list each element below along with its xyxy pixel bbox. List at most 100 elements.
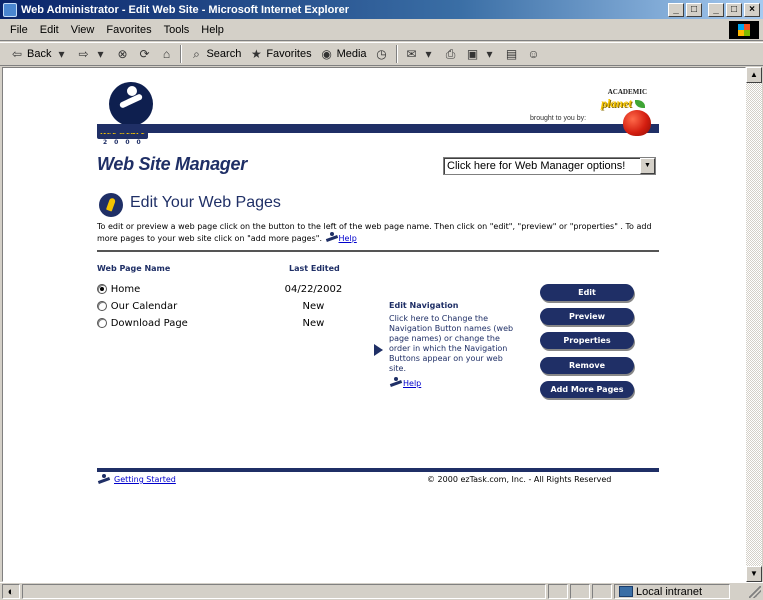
stop-button[interactable]: ⊗ (111, 47, 133, 61)
properties-button[interactable]: Properties (540, 332, 634, 349)
add-more-pages-button[interactable]: Add More Pages (540, 381, 634, 398)
remove-button[interactable]: Remove (540, 357, 634, 374)
edit-page-button[interactable]: ▣ ▾ (462, 47, 501, 61)
mail-icon: ✉ (406, 47, 417, 61)
intranet-icon (619, 586, 633, 597)
print-icon: ⎙ (445, 47, 456, 61)
dropdown-icon: ▾ (97, 47, 104, 61)
edit-navigation-title[interactable]: Edit Navigation (389, 301, 458, 310)
inner-minimize-icon[interactable]: _ (668, 2, 684, 17)
netstart-logo: net Start 2000 (95, 80, 171, 146)
stop-icon: ⊗ (117, 47, 128, 61)
menu-favorites[interactable]: Favorites (100, 24, 157, 36)
page-row-home[interactable]: Home 04/22/2002 (97, 282, 357, 296)
partner-planet-text: planet (601, 96, 632, 110)
scroll-down-icon[interactable]: ▼ (746, 566, 762, 582)
window-controls: _ □ _ □ × (668, 2, 760, 17)
print-button[interactable]: ⎙ (440, 47, 462, 61)
messenger-button[interactable]: ☺ (523, 47, 545, 61)
menu-tools[interactable]: Tools (158, 24, 196, 36)
menu-edit[interactable]: Edit (34, 24, 65, 36)
chevron-down-icon[interactable]: ▼ (640, 158, 655, 174)
page-name: Download Page (110, 317, 188, 329)
maximize-icon[interactable]: □ (726, 2, 742, 17)
refresh-button[interactable]: ⟳ (133, 47, 155, 61)
help-link[interactable]: Help (339, 234, 357, 243)
home-button[interactable]: ⌂ (155, 47, 177, 61)
edit-button[interactable]: Edit (540, 284, 634, 301)
column-header-name: Web Page Name (97, 264, 171, 273)
discuss-icon: ▤ (505, 47, 518, 61)
logo-year: 2000 (103, 139, 148, 146)
vertical-scrollbar[interactable]: ▲ ▼ (746, 67, 762, 582)
menu-help[interactable]: Help (195, 24, 230, 36)
web-site-manager-page: net Start 2000 brought to you by: ACADEM… (3, 68, 745, 581)
status-bar: ◐ Local intranet (0, 582, 763, 600)
page-heading: Edit Your Web Pages (130, 194, 281, 211)
getting-started-runner-icon (97, 474, 111, 485)
options-select-value: Click here for Web Manager options! (447, 160, 626, 172)
nav-help: Help (389, 377, 421, 388)
page-name: Our Calendar (110, 300, 178, 312)
page-row-download[interactable]: Download Page New (97, 316, 357, 330)
pen-icon (99, 193, 123, 217)
getting-started-link[interactable]: Getting Started (114, 475, 176, 484)
window-title: Web Administrator - Edit Web Site - Micr… (21, 3, 349, 16)
favorites-button[interactable]: ★ Favorites (245, 47, 315, 61)
toolbar-separator (395, 45, 398, 63)
intro-paragraph: To edit or preview a web page click on t… (97, 222, 652, 243)
help-runner-icon (389, 377, 403, 388)
back-button[interactable]: ⇦ Back ▾ (6, 47, 72, 61)
dropdown-icon: ▾ (425, 47, 432, 61)
mail-button[interactable]: ✉ ▾ (401, 47, 440, 61)
toolbar-separator (180, 45, 183, 63)
forward-button[interactable]: ⇨ ▾ (72, 47, 111, 61)
status-text-cell (22, 584, 546, 599)
partner-academic-text: ACADEMIC (607, 88, 647, 96)
page-name: Home (110, 283, 141, 295)
edit-navigation-text[interactable]: Click here to Change the Navigation Butt… (389, 314, 519, 374)
preview-button[interactable]: Preview (540, 308, 634, 325)
page-row-calendar[interactable]: Our Calendar New (97, 299, 357, 313)
web-manager-options-select[interactable]: Click here for Web Manager options! ▼ (443, 157, 656, 175)
status-cell (592, 584, 612, 599)
column-header-edited: Last Edited (289, 264, 340, 273)
status-cell (548, 584, 568, 599)
page-radio-download[interactable] (97, 318, 107, 328)
resize-grip-icon[interactable] (749, 585, 761, 598)
header-band (97, 124, 659, 133)
home-icon: ⌂ (162, 47, 171, 61)
status-cell (570, 584, 590, 599)
windows-logo-icon (729, 21, 759, 39)
footer-band (97, 468, 659, 472)
media-icon: ◉ (321, 47, 332, 61)
help-runner-icon (325, 232, 339, 243)
security-zone: Local intranet (614, 584, 730, 599)
close-icon[interactable]: × (744, 2, 760, 17)
menu-view[interactable]: View (65, 24, 101, 36)
browser-toolbar: ⇦ Back ▾ ⇨ ▾ ⊗ ⟳ ⌂ ⌕ Search ★ Favorites … (0, 42, 763, 66)
zone-label: Local intranet (636, 585, 703, 598)
menu-bar: File Edit View Favorites Tools Help (0, 19, 763, 41)
footer-getting-started: Getting Started (97, 474, 176, 485)
history-icon: ◷ (376, 47, 387, 61)
search-button[interactable]: ⌕ Search (185, 47, 245, 61)
page-viewport: net Start 2000 brought to you by: ACADEM… (2, 67, 746, 582)
section-divider (97, 250, 659, 252)
media-button[interactable]: ◉ Media (316, 47, 371, 61)
window-titlebar: Web Administrator - Edit Web Site - Micr… (0, 0, 763, 19)
messenger-icon: ☺ (527, 47, 540, 61)
history-button[interactable]: ◷ (371, 47, 393, 61)
page-radio-home[interactable] (97, 284, 107, 294)
menu-file[interactable]: File (4, 24, 34, 36)
page-edited: 04/22/2002 (284, 283, 343, 295)
ie-icon (3, 2, 17, 17)
scroll-up-icon[interactable]: ▲ (746, 67, 762, 83)
inner-restore-icon[interactable]: □ (686, 2, 702, 17)
minimize-icon[interactable]: _ (708, 2, 724, 17)
status-page-icon: ◐ (2, 584, 20, 599)
discuss-button[interactable]: ▤ (501, 47, 523, 61)
nav-help-link[interactable]: Help (403, 379, 421, 388)
page-radio-calendar[interactable] (97, 301, 107, 311)
nav-arrow-icon[interactable] (374, 344, 383, 356)
